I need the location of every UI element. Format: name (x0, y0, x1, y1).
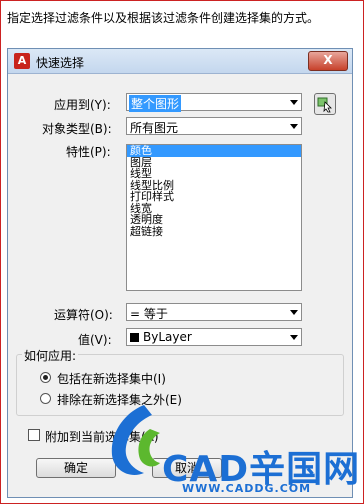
include-label[interactable]: 包括在新选择集中(I) (57, 370, 166, 387)
properties-listbox[interactable]: 颜色 图层 线型 线型比例 打印样式 线宽 透明度 超链接 (126, 144, 302, 291)
value-label: 值(V): (78, 333, 112, 347)
exclude-radio[interactable] (40, 393, 51, 404)
chevron-down-icon (290, 335, 298, 340)
operator-value: = 等于 (130, 307, 168, 321)
properties-label: 特性(P): (66, 145, 111, 159)
property-item-hyperlink[interactable]: 超链接 (127, 225, 301, 238)
value-display: ByLayer (130, 330, 192, 344)
object-type-value: 所有图元 (130, 121, 179, 135)
operator-dropdown[interactable]: = 等于 (126, 303, 302, 321)
how-to-apply-title: 如何应用: (22, 347, 79, 364)
quick-select-dialog: A 快速选择 X 应用到(Y): 整个图形 对象类型(B): 所有图元 特性(P… (7, 48, 353, 498)
operator-label: 运算符(O): (54, 308, 113, 322)
close-button[interactable]: X (308, 51, 348, 71)
object-type-dropdown[interactable]: 所有图元 (126, 117, 302, 135)
select-objects-button[interactable] (314, 93, 336, 115)
chevron-down-icon (290, 100, 298, 105)
apply-to-label: 应用到(Y): (54, 98, 111, 112)
chevron-down-icon (290, 124, 298, 129)
watermark-url: WWW.CADDG.COM (182, 482, 312, 495)
property-item-transparency[interactable]: 透明度 (127, 214, 301, 226)
object-type-label: 对象类型(B): (42, 122, 112, 136)
chevron-down-icon (290, 310, 298, 315)
select-objects-icon (317, 97, 332, 113)
property-item-plot-style[interactable]: 打印样式 (127, 191, 301, 203)
property-item-layer[interactable]: 图层 (127, 156, 301, 169)
value-dropdown[interactable]: ByLayer (126, 328, 302, 346)
apply-to-value: 整个图形 (129, 95, 182, 112)
property-item-linetype[interactable]: 线型 (127, 168, 301, 180)
autocad-app-icon: A (14, 53, 30, 69)
apply-to-dropdown[interactable]: 整个图形 (126, 93, 302, 112)
color-swatch (130, 333, 139, 342)
title-bar[interactable]: A 快速选择 X (8, 49, 352, 74)
watermark-logo-icon (111, 405, 160, 475)
window-title: 快速选择 (36, 56, 85, 70)
value-text: ByLayer (143, 330, 192, 344)
include-radio[interactable] (40, 372, 51, 383)
append-checkbox[interactable] (28, 429, 40, 441)
caption-text: 指定选择过滤条件以及根据该过滤条件创建选择集的方式。 (7, 11, 320, 25)
property-item-color[interactable]: 颜色 (127, 145, 301, 157)
